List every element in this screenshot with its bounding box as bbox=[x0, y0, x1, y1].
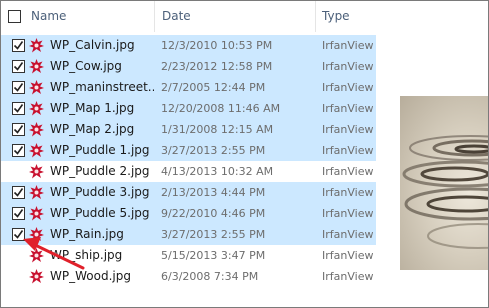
red-arrow-annotation bbox=[23, 237, 85, 270]
explorer-window: Name Date Type WP_Calvin.jpg 12/3/2010 10… bbox=[0, 0, 489, 308]
